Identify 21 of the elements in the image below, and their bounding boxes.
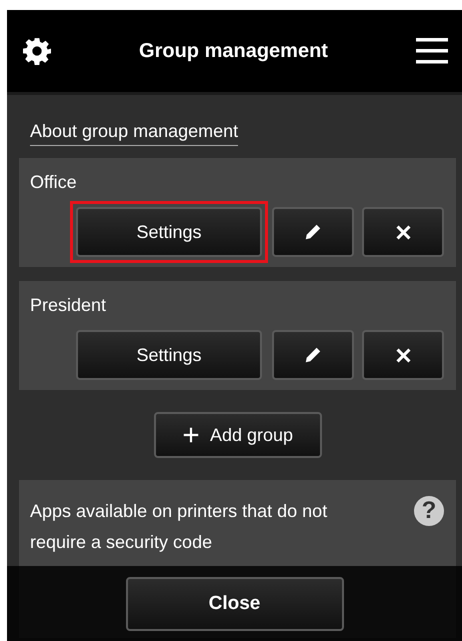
add-group-button[interactable]: Add group: [154, 412, 322, 458]
edit-button[interactable]: [272, 330, 354, 380]
group-name: Office: [30, 172, 78, 193]
settings-icon[interactable]: [23, 37, 51, 65]
close-button[interactable]: Close: [126, 576, 344, 630]
edit-button[interactable]: [272, 207, 354, 257]
close-icon: [394, 346, 412, 364]
delete-button[interactable]: [362, 207, 444, 257]
group-name: President: [30, 295, 108, 316]
pencil-icon: [304, 223, 322, 241]
settings-button[interactable]: Settings: [76, 207, 262, 257]
delete-button[interactable]: [362, 330, 444, 380]
close-icon: [394, 224, 412, 240]
menu-icon[interactable]: [416, 37, 448, 65]
help-icon[interactable]: ?: [414, 496, 444, 526]
window-title: Group management: [139, 40, 328, 62]
settings-button[interactable]: Settings: [76, 330, 262, 380]
plus-icon: [182, 426, 200, 444]
about-link[interactable]: About group management: [30, 121, 238, 146]
apps-description: Apps available on printers that do not require a security code: [30, 500, 328, 554]
pencil-icon: [304, 346, 322, 364]
